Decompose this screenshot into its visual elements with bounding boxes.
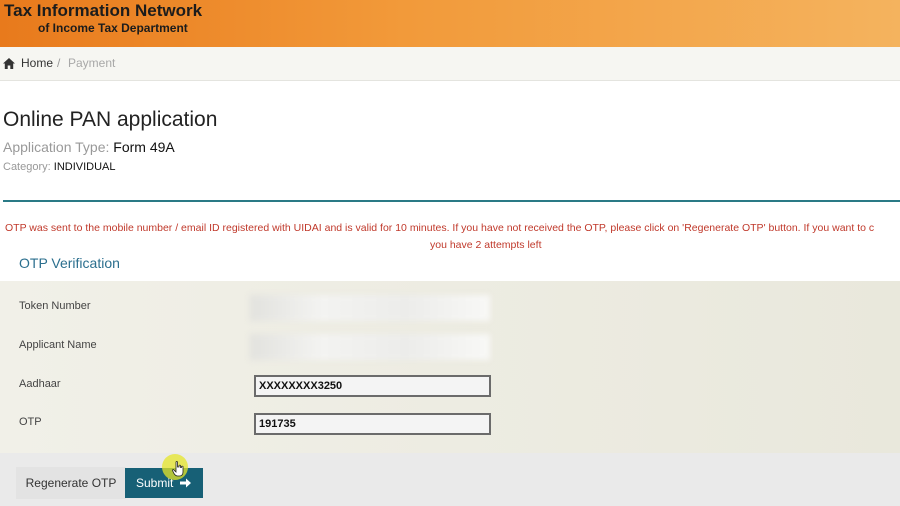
breadcrumb-home-link[interactable]: Home xyxy=(21,47,53,80)
regenerate-otp-button[interactable]: Regenerate OTP xyxy=(16,467,126,499)
breadcrumb: Home / Payment xyxy=(0,47,900,81)
otp-input[interactable] xyxy=(254,413,491,435)
section-divider xyxy=(3,200,900,202)
applicant-name-label: Applicant Name xyxy=(19,339,97,351)
otp-alert-line-2: you have 2 attempts left xyxy=(430,239,542,251)
pointer-cursor-icon xyxy=(172,461,184,477)
site-title: Tax Information Network xyxy=(4,1,203,20)
site-header: Tax Information Network of Income Tax De… xyxy=(0,0,900,47)
aadhaar-field[interactable] xyxy=(254,375,491,397)
category-label: Category: xyxy=(3,161,51,173)
breadcrumb-current: Payment xyxy=(68,56,116,70)
otp-alert-line-1: OTP was sent to the mobile number / emai… xyxy=(5,222,875,234)
token-number-value-redacted xyxy=(250,295,490,321)
breadcrumb-separator: / xyxy=(57,56,61,70)
home-icon[interactable] xyxy=(3,58,15,69)
site-subtitle: of Income Tax Department xyxy=(38,21,188,35)
token-number-label: Token Number xyxy=(19,300,91,312)
otp-form-panel: Token Number Applicant Name Aadhaar OTP xyxy=(0,281,900,453)
category-value: INDIVIDUAL xyxy=(53,161,116,173)
otp-alert-message: OTP was sent to the mobile number / emai… xyxy=(0,218,900,256)
arrow-right-icon xyxy=(180,478,191,488)
applicant-name-value-redacted xyxy=(250,334,490,360)
application-type: Application Type: Form 49A xyxy=(3,139,175,155)
otp-label: OTP xyxy=(19,416,42,428)
page-title: Online PAN application xyxy=(3,108,218,131)
category: Category: INDIVIDUAL xyxy=(3,161,116,173)
application-type-value: Form 49A xyxy=(113,139,175,155)
form-actions: Regenerate OTP Submit xyxy=(0,453,900,506)
application-type-label: Application Type: xyxy=(3,139,110,155)
otp-section-title: OTP Verification xyxy=(19,255,120,271)
aadhaar-label: Aadhaar xyxy=(19,378,61,390)
